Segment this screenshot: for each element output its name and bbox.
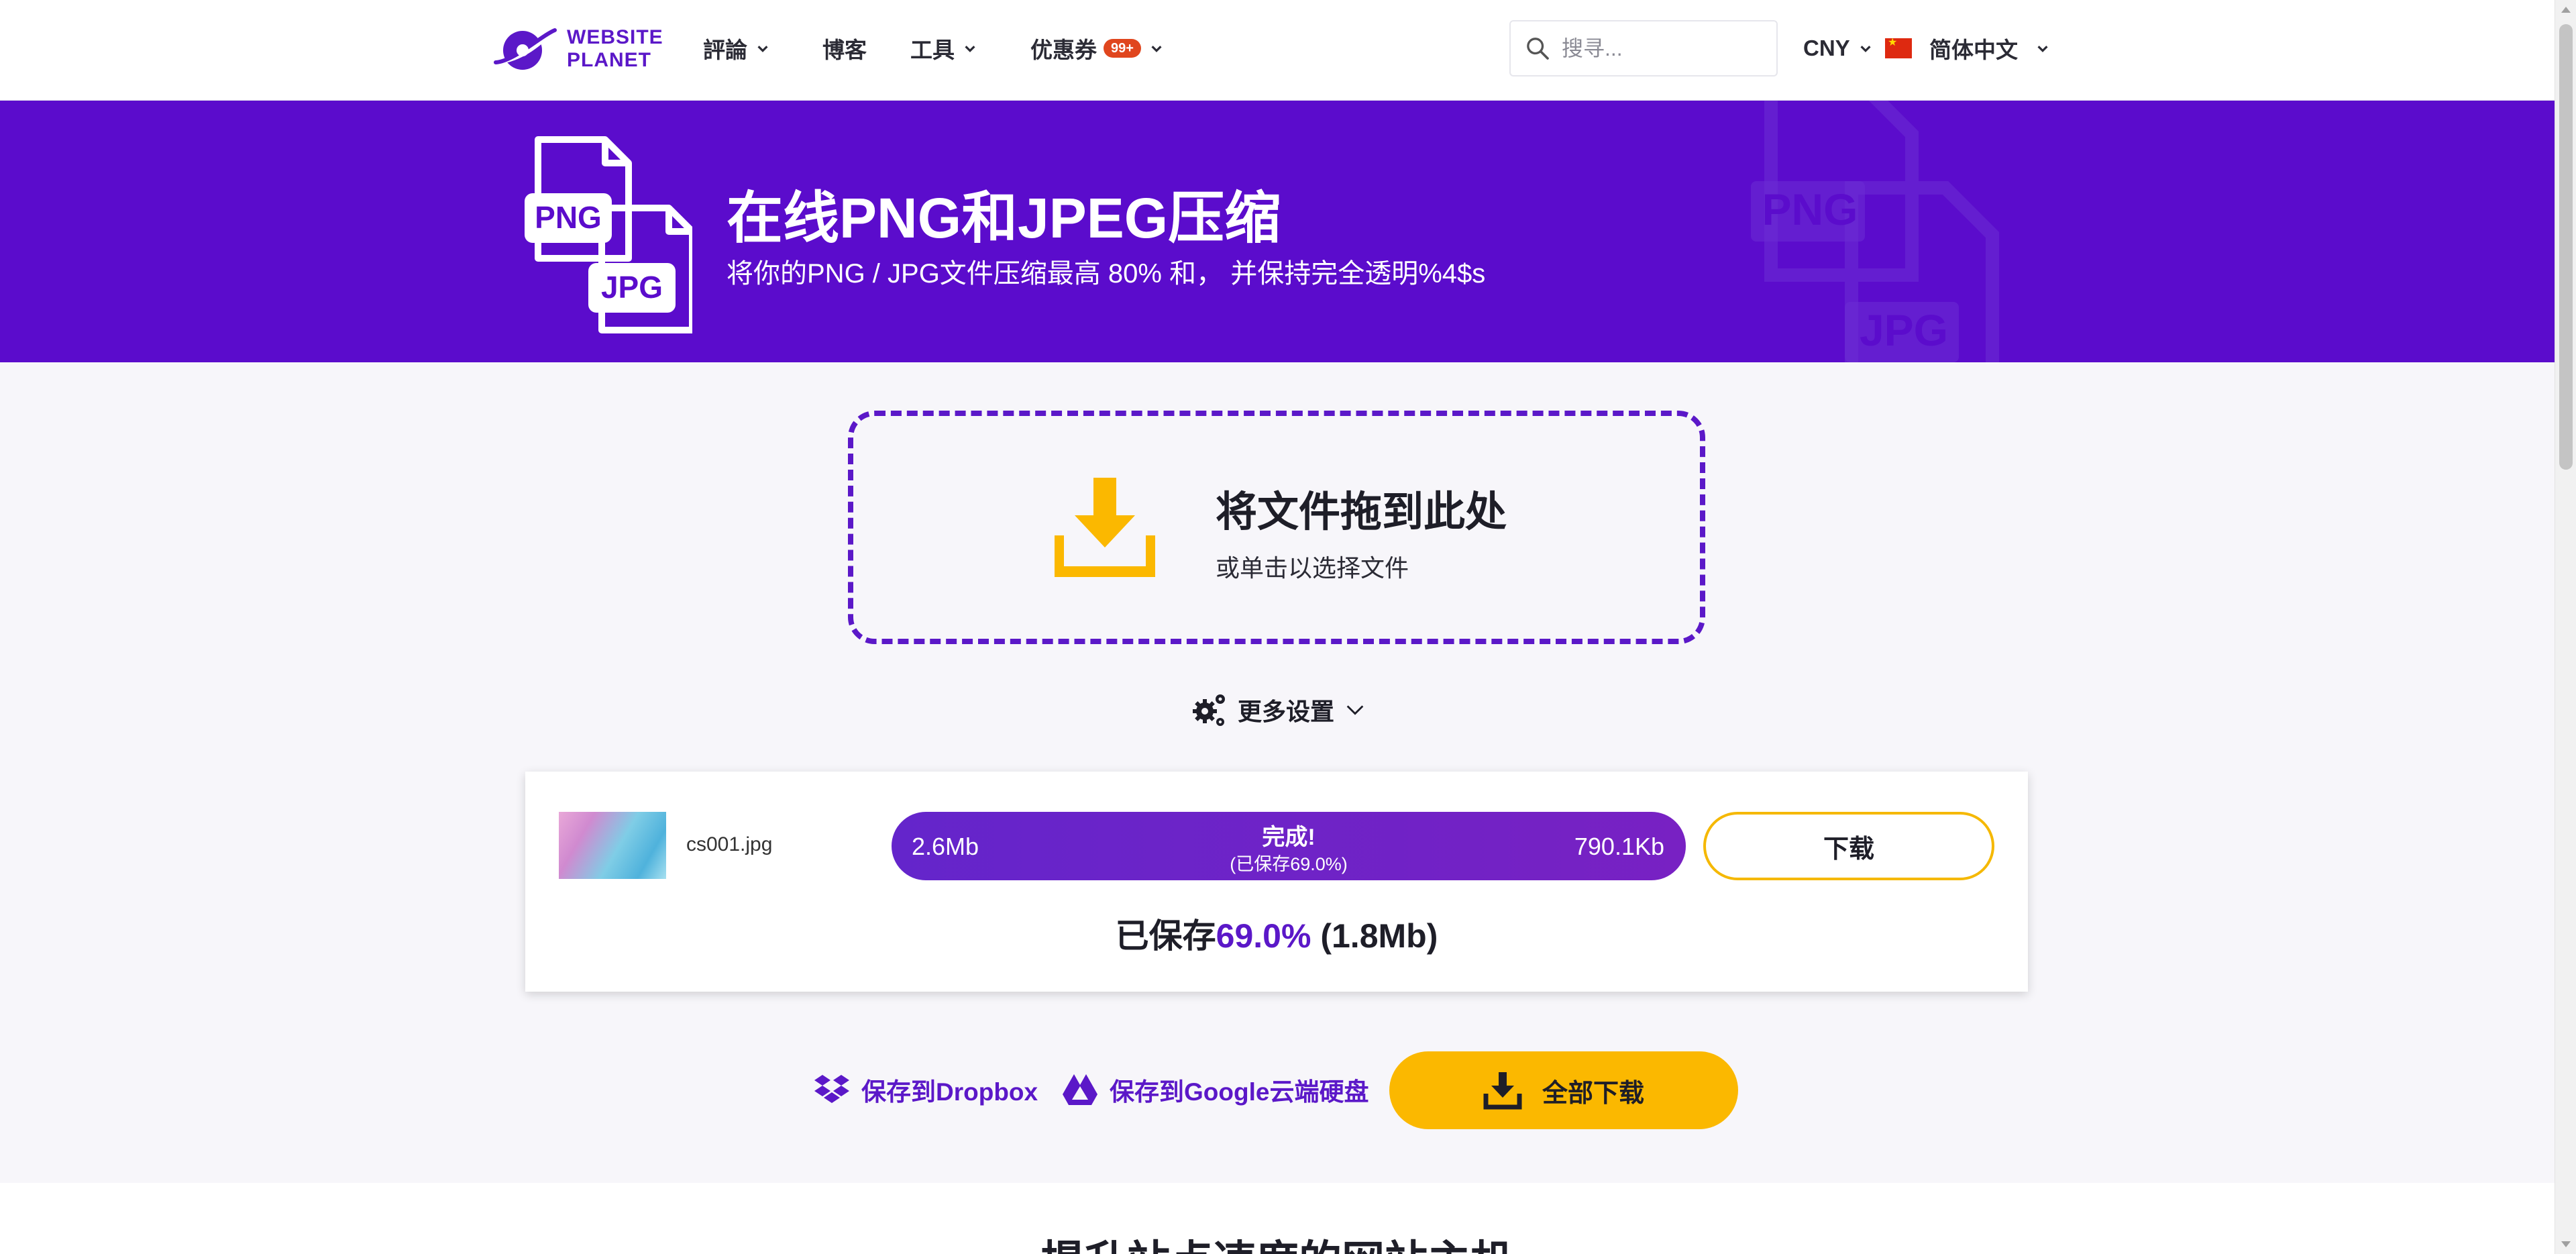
language-label: 简体中文 — [1929, 38, 2018, 62]
background-files-decoration: PNG JPG — [1751, 101, 1999, 362]
png-jpg-files-icon: PNG JPG — [525, 136, 692, 333]
download-arrow-icon — [1055, 478, 1155, 577]
nav-tools[interactable]: 工具 — [910, 30, 977, 66]
bg-jpg-text: JPG — [1860, 305, 1948, 355]
chevron-down-icon — [757, 46, 768, 52]
language-selector[interactable]: 简体中文 — [1885, 30, 2050, 66]
logo-line-1: WEBSITE — [567, 26, 663, 48]
compression-progress-bar: 2.6Mb 完成! (已保存69.0%) 790.1Kb — [892, 812, 1686, 880]
saved-percent: 69.0% — [1216, 917, 1311, 955]
nav-tools-label: 工具 — [910, 38, 955, 62]
search-icon — [1527, 38, 1549, 60]
top-header: WEBSITE PLANET 評論 博客 工具 优惠券 99+ CNY 简体中文 — [0, 0, 2555, 101]
logo-wordmark: WEBSITE PLANET — [567, 26, 663, 72]
nav-blog[interactable]: 博客 — [822, 30, 867, 66]
drop-zone-title: 将文件拖到此处 — [1216, 489, 1507, 535]
page-scrollbar[interactable] — [2555, 0, 2576, 1254]
google-drive-label: 保存到Google云端硬盘 — [1110, 1078, 1369, 1106]
page-subtitle: 将你的PNG / JPG文件压缩最高 80% 和， 并保持完全透明%4$s — [727, 259, 1486, 289]
chevron-down-icon — [1860, 46, 1871, 52]
image-thumbnail — [559, 812, 666, 879]
china-flag-icon — [1885, 38, 1912, 58]
gears-icon — [1193, 694, 1225, 726]
website-planet-logo[interactable]: WEBSITE PLANET — [492, 22, 663, 76]
download-icon — [1483, 1072, 1522, 1110]
status-text: 完成! — [1262, 825, 1316, 850]
nav-coupons-label: 优惠券 — [1030, 38, 1097, 62]
scroll-up-arrow-icon[interactable] — [2561, 7, 2571, 13]
planet-logo-icon — [494, 28, 557, 70]
more-settings-label: 更多设置 — [1238, 698, 1335, 725]
hosting-section-heading: 提升站点速度的网站主机 — [0, 1227, 2555, 1254]
currency-selector[interactable]: CNY — [1803, 30, 1873, 66]
save-to-google-drive-link[interactable]: 保存到Google云端硬盘 — [1061, 1069, 1368, 1110]
dropbox-icon — [814, 1075, 849, 1103]
chevron-down-icon — [1151, 46, 1162, 52]
scroll-down-arrow-icon[interactable] — [2561, 1241, 2571, 1247]
compressed-size: 790.1Kb — [1574, 833, 1664, 860]
search-input[interactable] — [1560, 35, 1762, 62]
nav-reviews[interactable]: 評論 — [703, 30, 770, 66]
save-to-dropbox-link[interactable]: 保存到Dropbox — [813, 1069, 1038, 1110]
png-label: PNG — [535, 200, 602, 235]
drop-zone-subtitle: 或单击以选择文件 — [1216, 554, 1409, 582]
nav-reviews-label: 評論 — [703, 38, 747, 62]
saved-amount: (1.8Mb) — [1320, 917, 1438, 955]
jpg-label: JPG — [601, 270, 663, 305]
file-drop-zone[interactable]: 将文件拖到此处 或单击以选择文件 — [848, 411, 1705, 644]
nav-coupons[interactable]: 优惠券 99+ — [1030, 30, 1164, 66]
file-name: cs001.jpg — [686, 833, 773, 855]
status-note: (已保存69.0%) — [1230, 854, 1348, 874]
dropbox-label: 保存到Dropbox — [861, 1078, 1038, 1106]
download-all-label: 全部下载 — [1542, 1079, 1644, 1108]
download-all-button[interactable]: 全部下载 — [1389, 1051, 1738, 1129]
page-title: 在线PNG和JPEG压缩 — [727, 187, 1281, 250]
chevron-down-icon — [965, 46, 975, 52]
compression-result-card: cs001.jpg 2.6Mb 完成! (已保存69.0%) 790.1Kb 下… — [525, 772, 2028, 992]
nav-blog-label: 博客 — [822, 38, 867, 62]
chevron-down-icon — [2037, 46, 2048, 52]
download-button[interactable]: 下载 — [1703, 812, 1994, 880]
hero-banner: PNG JPG PNG JPG 在线PNG和JPEG压缩 将你的PNG / JP… — [0, 101, 2555, 362]
logo-line-2: PLANET — [567, 49, 651, 71]
saved-summary: 已保存69.0% (1.8Mb) — [525, 909, 2028, 957]
google-drive-icon — [1063, 1074, 1097, 1105]
chevron-down-icon — [1346, 705, 1364, 715]
coupons-count-badge: 99+ — [1104, 39, 1141, 58]
scrollbar-thumb[interactable] — [2559, 24, 2573, 470]
more-settings-toggle[interactable]: 更多设置 — [1191, 691, 1366, 729]
bg-png-text: PNG — [1762, 185, 1858, 234]
search-box[interactable] — [1509, 20, 1778, 76]
saved-prefix: 已保存 — [1115, 917, 1216, 955]
hosting-section: 提升站点速度的网站主机 — [0, 1183, 2555, 1254]
currency-label: CNY — [1803, 36, 1850, 60]
